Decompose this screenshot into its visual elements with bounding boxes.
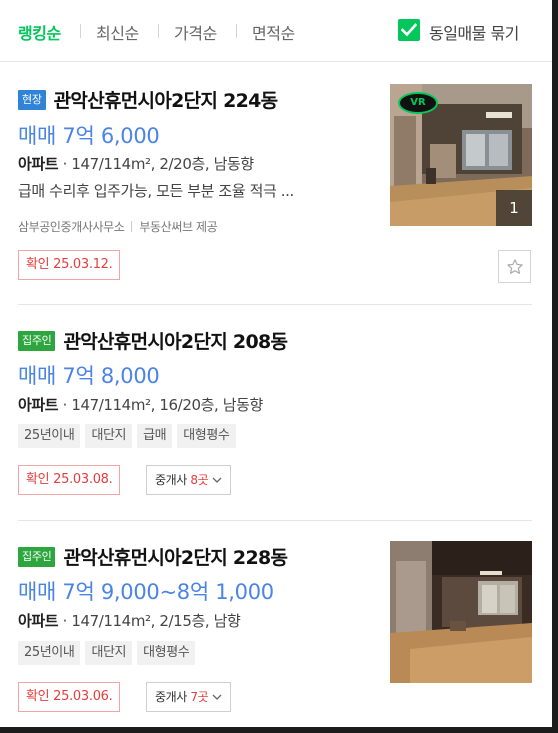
favorite-button[interactable]: [498, 250, 531, 283]
group-checkbox[interactable]: [398, 19, 420, 41]
sort-tab-area[interactable]: 면적순: [252, 20, 295, 44]
star-icon: [507, 259, 523, 274]
listing-description: 급매 수리후 입주가능, 모든 부분 조율 적극 ...: [18, 182, 294, 200]
divider: [131, 221, 133, 232]
listing-panel: 랭킹순 최신순 가격순 면적순 동일매물 묶기 현장 관악산휴먼시아2단지 22…: [0, 0, 552, 727]
confirm-date-badge: 확인 25.03.06.: [18, 682, 121, 712]
listing-title[interactable]: 관악산휴먼시아2단지 208동: [63, 327, 287, 354]
property-type: 아파트: [18, 612, 59, 630]
listing-title[interactable]: 관악산휴먼시아2단지 224동: [54, 86, 278, 113]
feature-chip: 급매: [137, 424, 173, 448]
property-type: 아파트: [18, 396, 59, 414]
listing-price: 매매 7억 9,000~8억 1,000: [18, 580, 274, 604]
broker-dropdown-button[interactable]: 중개사 7곳: [146, 682, 232, 712]
listing-price: 매매 7억 6,000: [18, 124, 160, 148]
listing-spec: 아파트 · 147/114m², 16/20층, 남동향: [18, 396, 263, 414]
property-type: 아파트: [18, 155, 59, 173]
listing-item[interactable]: 집주인 관악산휴먼시아2단지 208동 매매 7억 8,000 아파트 · 14…: [0, 305, 552, 520]
listing-title[interactable]: 관악산휴먼시아2단지 228동: [63, 543, 287, 570]
group-label: 동일매물 묶기: [429, 24, 519, 43]
sort-tab-latest[interactable]: 최신순: [96, 20, 139, 44]
chevron-down-icon: [212, 694, 222, 700]
listing-spec: 아파트 · 147/114m², 2/15층, 남향: [18, 612, 241, 630]
listing-tag: 현장: [18, 89, 46, 110]
agent-name: 삼부공인중개사사무소: [18, 220, 125, 234]
property-details: 147/114m², 16/20층, 남동향: [71, 396, 263, 414]
agent-info: 삼부공인중개사사무소 부동산써브 제공: [18, 218, 218, 235]
feature-chip: 25년이내: [18, 424, 81, 448]
checkmark-icon: [401, 23, 417, 37]
divider: [158, 24, 159, 38]
feature-chip: 25년이내: [18, 641, 81, 665]
listing-tag: 집주인: [18, 330, 56, 351]
listing-photo[interactable]: [390, 541, 532, 683]
broker-label: 중개사: [155, 473, 187, 487]
sort-bar: 랭킹순 최신순 가격순 면적순 동일매물 묶기: [0, 0, 552, 62]
broker-dropdown-button[interactable]: 중개사 8곳: [146, 465, 232, 495]
broker-label: 중개사: [155, 690, 187, 704]
vr-badge: VR: [398, 92, 438, 114]
listing-photo[interactable]: VR 1: [390, 84, 532, 226]
broker-count: 7곳: [190, 690, 209, 704]
divider: [236, 24, 237, 38]
broker-count: 8곳: [190, 473, 209, 487]
feature-chip: 대형평수: [137, 641, 196, 665]
listing-spec: 아파트 · 147/114m², 2/20층, 남동향: [18, 155, 254, 173]
listing-item[interactable]: 현장 관악산휴먼시아2단지 224동 매매 7억 6,000 아파트 · 147…: [0, 62, 552, 304]
feature-chip: 대형평수: [177, 424, 236, 448]
listing-price: 매매 7억 8,000: [18, 364, 160, 388]
confirm-date-badge: 확인 25.03.08.: [18, 465, 121, 495]
property-details: 147/114m², 2/20층, 남동향: [71, 155, 254, 173]
sort-tab-price[interactable]: 가격순: [174, 20, 217, 44]
photo-count: 1: [496, 190, 532, 226]
feature-chips: 25년이내 대단지 급매 대형평수: [18, 424, 236, 448]
listing-tag: 집주인: [18, 546, 56, 567]
feature-chip: 대단지: [85, 424, 133, 448]
chevron-down-icon: [212, 477, 222, 483]
confirm-date-badge: 확인 25.03.12.: [18, 250, 121, 280]
provider-name: 부동산써브 제공: [139, 220, 218, 234]
feature-chips: 25년이내 대단지 대형평수: [18, 641, 196, 665]
feature-chip: 대단지: [85, 641, 133, 665]
divider: [80, 24, 81, 38]
property-details: 147/114m², 2/15층, 남향: [71, 612, 241, 630]
listing-item[interactable]: 집주인 관악산휴먼시아2단지 228동 매매 7억 9,000~8억 1,000…: [0, 521, 552, 727]
room-photo-image: [390, 541, 532, 683]
sort-tab-ranking[interactable]: 랭킹순: [18, 20, 61, 44]
